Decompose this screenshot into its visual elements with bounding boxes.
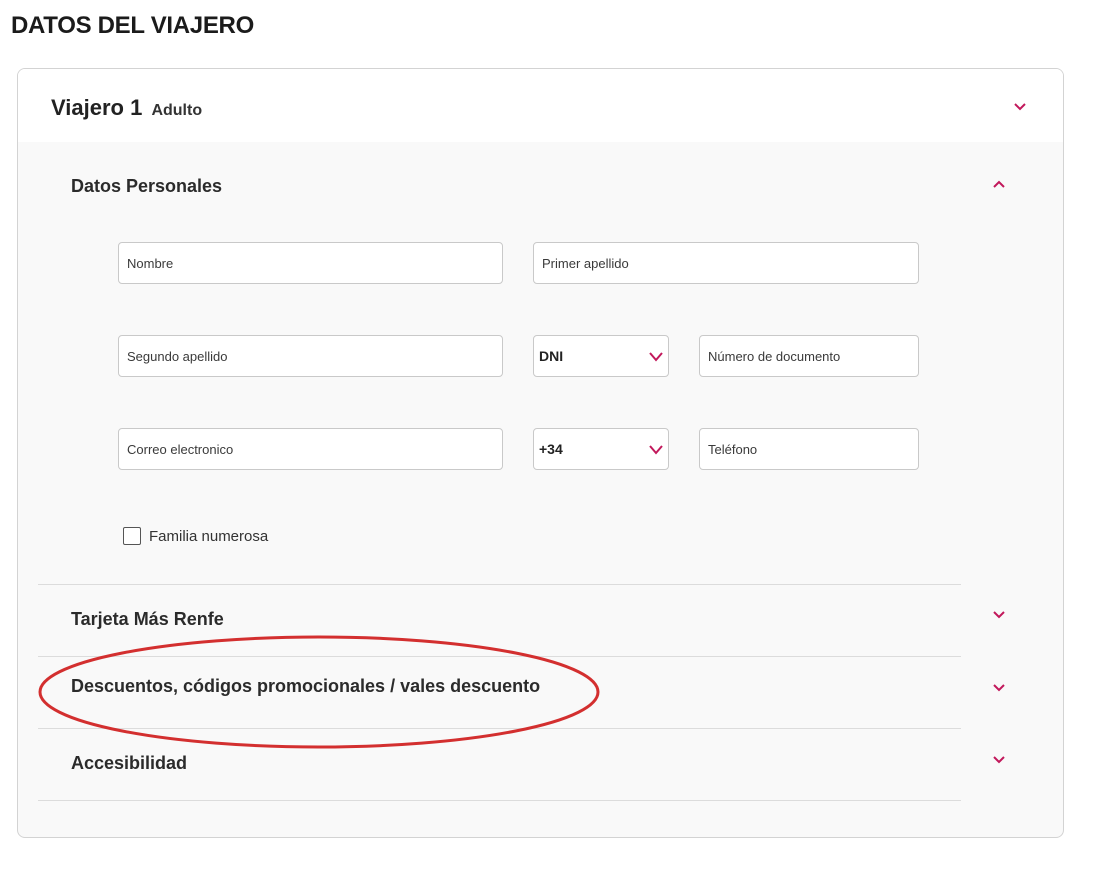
- divider: [38, 584, 961, 585]
- traveler-title: Viajero 1 Adulto: [51, 95, 202, 121]
- traveler-name: Viajero 1: [51, 95, 143, 120]
- phone-input[interactable]: [699, 428, 919, 470]
- page-title: DATOS DEL VIAJERO: [11, 12, 254, 39]
- section-title-tarjeta[interactable]: Tarjeta Más Renfe: [71, 609, 224, 630]
- email-input[interactable]: [118, 428, 503, 470]
- document-type-select[interactable]: DNI: [533, 335, 669, 377]
- annotation-ellipse: [38, 635, 600, 749]
- chevron-down-icon: [648, 350, 664, 362]
- traveler-header[interactable]: Viajero 1 Adulto: [18, 69, 1063, 142]
- chevron-down-icon[interactable]: [1012, 101, 1028, 113]
- familia-numerosa-checkbox[interactable]: [123, 527, 141, 545]
- chevron-down-icon[interactable]: [991, 682, 1007, 694]
- segundo-apellido-input[interactable]: [118, 335, 503, 377]
- primer-apellido-input[interactable]: [533, 242, 919, 284]
- chevron-down-icon[interactable]: [991, 754, 1007, 766]
- chevron-down-icon: [648, 443, 664, 455]
- section-title-accesibilidad[interactable]: Accesibilidad: [71, 753, 187, 774]
- phone-prefix-value: +34: [539, 441, 563, 457]
- divider: [38, 800, 961, 801]
- traveler-type: Adulto: [151, 102, 203, 119]
- document-type-value: DNI: [539, 348, 564, 364]
- chevron-down-icon[interactable]: [991, 609, 1007, 621]
- familia-numerosa-label: Familia numerosa: [149, 528, 269, 545]
- section-title-datos-personales[interactable]: Datos Personales: [71, 176, 222, 197]
- nombre-input[interactable]: [118, 242, 503, 284]
- document-number-input[interactable]: [699, 335, 919, 377]
- phone-prefix-select[interactable]: +34: [533, 428, 669, 470]
- chevron-up-icon[interactable]: [991, 178, 1007, 190]
